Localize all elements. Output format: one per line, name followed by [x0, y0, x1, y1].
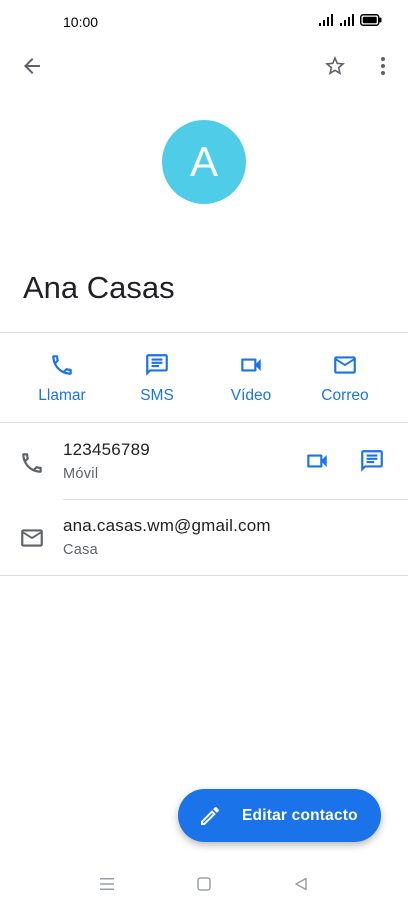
email-type: Casa — [63, 542, 99, 558]
phone-icon — [49, 351, 75, 379]
contact-detail-screen: A Ana Casas Llamar SMS Vídeo Correo 1234… — [0, 44, 408, 864]
battery-icon — [360, 14, 382, 26]
more-options-button[interactable] — [363, 48, 403, 88]
top-app-bar — [0, 44, 408, 92]
edit-contact-button[interactable]: Editar contacto — [178, 789, 381, 842]
home-square-icon — [196, 876, 212, 897]
phone-type: Móvil — [63, 466, 99, 482]
avatar-letter: A — [189, 138, 218, 185]
more-vert-icon — [371, 54, 395, 83]
pencil-icon — [198, 804, 222, 828]
email-action-button[interactable]: Correo — [300, 333, 390, 422]
phone-row[interactable]: 123456789 Móvil — [0, 423, 408, 499]
back-button[interactable] — [12, 48, 52, 88]
status-icons — [318, 14, 382, 26]
call-action-button[interactable]: Llamar — [17, 333, 107, 422]
mail-icon — [332, 351, 358, 379]
nav-home-button[interactable] — [186, 872, 222, 900]
message-icon — [359, 448, 385, 479]
videocam-icon — [238, 351, 264, 379]
favorite-button[interactable] — [315, 48, 355, 88]
sms-action-label: SMS — [140, 387, 174, 404]
email-address: ana.casas.wm@gmail.com — [63, 516, 271, 535]
status-time: 10:00 — [63, 14, 99, 30]
phone-video-call-button[interactable] — [299, 445, 335, 481]
mail-icon — [18, 524, 46, 552]
system-nav-bar — [0, 864, 408, 911]
avatar: A — [162, 120, 246, 204]
quick-actions: Llamar SMS Vídeo Correo — [0, 333, 408, 422]
menu-icon — [98, 876, 116, 897]
phone-sms-button[interactable] — [354, 445, 390, 481]
nav-back-button[interactable] — [283, 872, 319, 900]
video-action-button[interactable]: Vídeo — [206, 333, 296, 422]
divider — [0, 575, 408, 576]
contact-name: Ana Casas — [23, 270, 175, 305]
wifi-icon — [318, 14, 334, 26]
video-action-label: Vídeo — [230, 387, 272, 404]
phone-number: 123456789 — [63, 440, 150, 459]
back-triangle-icon — [293, 876, 309, 897]
sms-action-button[interactable]: SMS — [112, 333, 202, 422]
status-bar: 10:00 — [0, 0, 408, 44]
edit-contact-label: Editar contacto — [242, 806, 358, 824]
phone-icon — [18, 449, 46, 477]
signal-icon — [339, 14, 355, 26]
call-action-label: Llamar — [38, 387, 86, 404]
nav-menu-button[interactable] — [89, 872, 125, 900]
star-outline-icon — [323, 54, 347, 83]
videocam-icon — [304, 448, 330, 479]
email-action-label: Correo — [321, 387, 369, 404]
email-row[interactable]: ana.casas.wm@gmail.com Casa — [0, 500, 408, 575]
message-icon — [144, 351, 170, 379]
back-arrow-icon — [20, 54, 44, 83]
